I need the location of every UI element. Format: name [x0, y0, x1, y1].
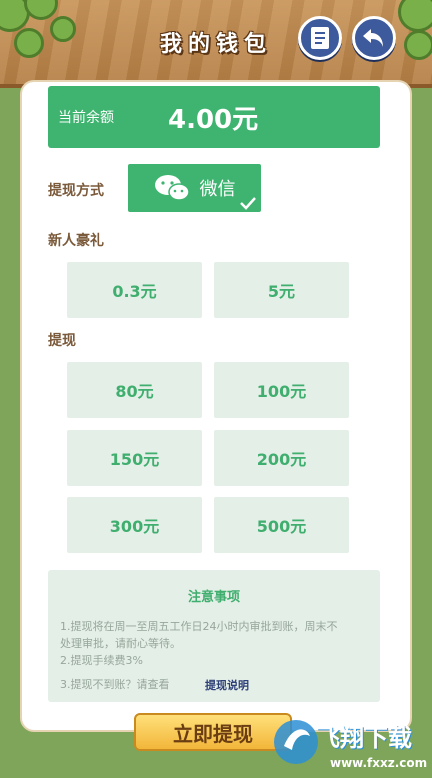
back-button[interactable]	[352, 16, 396, 60]
withdraw-now-button[interactable]: 立即提现	[134, 713, 292, 751]
amount-option[interactable]: 80元	[67, 362, 202, 418]
balance-label: 当前余额	[58, 110, 114, 126]
notes-button[interactable]	[298, 16, 342, 60]
amount-option[interactable]: 150元	[67, 430, 202, 486]
watermark-text: 飞翔下载	[316, 724, 412, 752]
notice-box: 注意事项 1.提现将在周一至周五工作日24小时内审批到账，周末不 处理审批，请耐…	[48, 570, 380, 702]
notes-icon	[311, 27, 329, 49]
newbie-option[interactable]: 0.3元	[67, 262, 202, 318]
balance-card: 当前余额 4.00元	[48, 86, 380, 148]
wechat-icon	[154, 175, 190, 201]
amount-option[interactable]: 200元	[214, 430, 349, 486]
withdraw-label: 提现	[48, 333, 76, 349]
amount-option[interactable]: 300元	[67, 497, 202, 553]
newbie-label: 新人豪礼	[48, 233, 104, 249]
notice-title: 注意事项	[187, 590, 240, 605]
newbie-option[interactable]: 5元	[214, 262, 349, 318]
notice-line: 处理审批，请耐心等待。	[60, 637, 181, 650]
withdraw-help-link[interactable]: 提现说明	[205, 677, 249, 693]
header-bar: 我的钱包	[0, 0, 432, 88]
wechat-method-button[interactable]: 微信	[128, 164, 261, 212]
notice-line: 1.提现将在周一至周五工作日24小时内审批到账，周末不	[60, 620, 338, 633]
checkmark-icon	[240, 197, 256, 210]
back-arrow-icon	[363, 29, 383, 47]
amount-option[interactable]: 500元	[214, 497, 349, 553]
notice-line: 2.提现手续费3%	[60, 654, 143, 667]
method-option-label: 微信	[199, 179, 236, 200]
amount-option[interactable]: 100元	[214, 362, 349, 418]
method-label: 提现方式	[48, 183, 104, 199]
watermark-url: www.fxxz.com	[330, 756, 428, 770]
balance-value: 4.00元	[168, 104, 259, 135]
